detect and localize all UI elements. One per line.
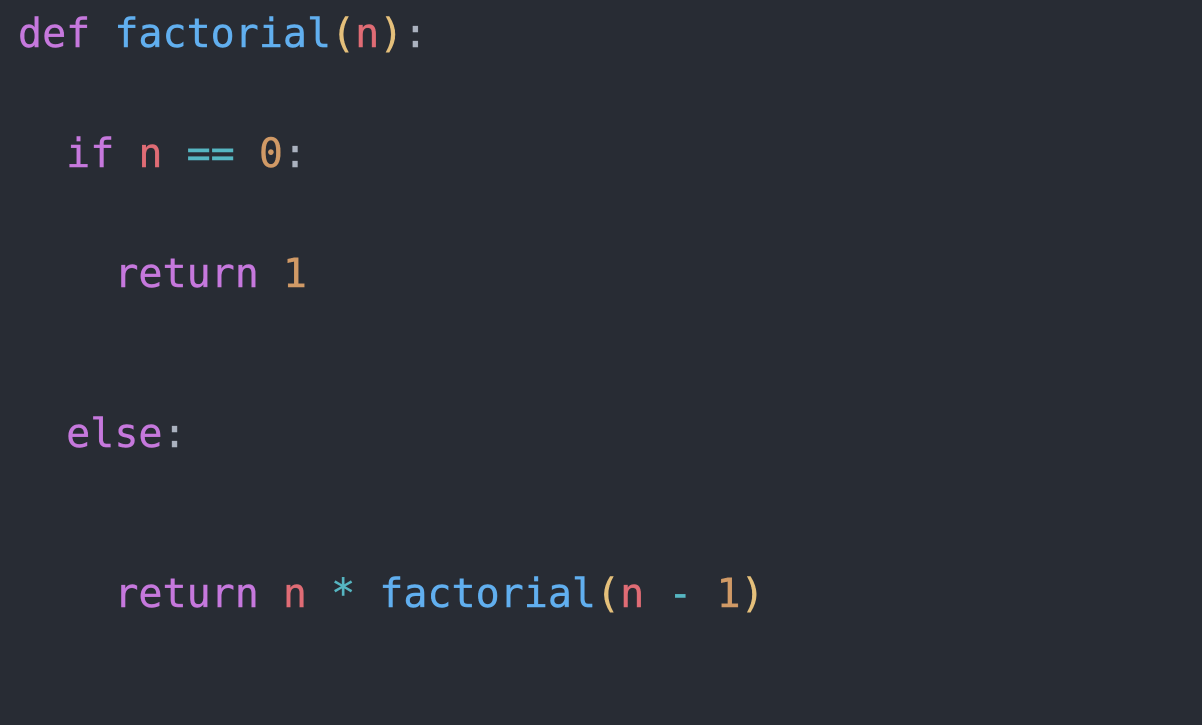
code-token: 1 [716,571,740,617]
code-token: return [114,571,283,617]
code-token: - [668,571,716,617]
code-line: return n * factorial(n - 1) [18,571,765,617]
code-token: ) [741,571,765,617]
code-token: == [187,131,259,177]
code-token: return [114,251,283,297]
code-line: if n == 0: [18,131,307,177]
code-token: n [138,131,186,177]
code-token: n [620,571,668,617]
code-token: factorial [379,571,596,617]
code-token [18,131,66,177]
code-token [18,251,114,297]
code-line: def factorial(n): [18,11,427,57]
code-token: def [18,11,114,57]
code-token: n [283,571,331,617]
code-line: else: [18,411,187,457]
code-token: 1 [283,251,307,297]
code-token: if [66,131,138,177]
code-token: * [331,571,379,617]
code-token: else [66,411,162,457]
code-token: n [355,11,379,57]
code-token: ) [379,11,403,57]
code-token: factorial [114,11,331,57]
code-editor[interactable]: def factorial(n): if n == 0: return 1 el… [0,0,1202,628]
code-token [18,571,114,617]
code-token: : [283,131,307,177]
code-token: : [403,11,427,57]
code-token: : [163,411,187,457]
code-token [18,411,66,457]
code-token: 0 [259,131,283,177]
code-line: return 1 [18,251,307,297]
code-token: ( [596,571,620,617]
code-token: ( [331,11,355,57]
